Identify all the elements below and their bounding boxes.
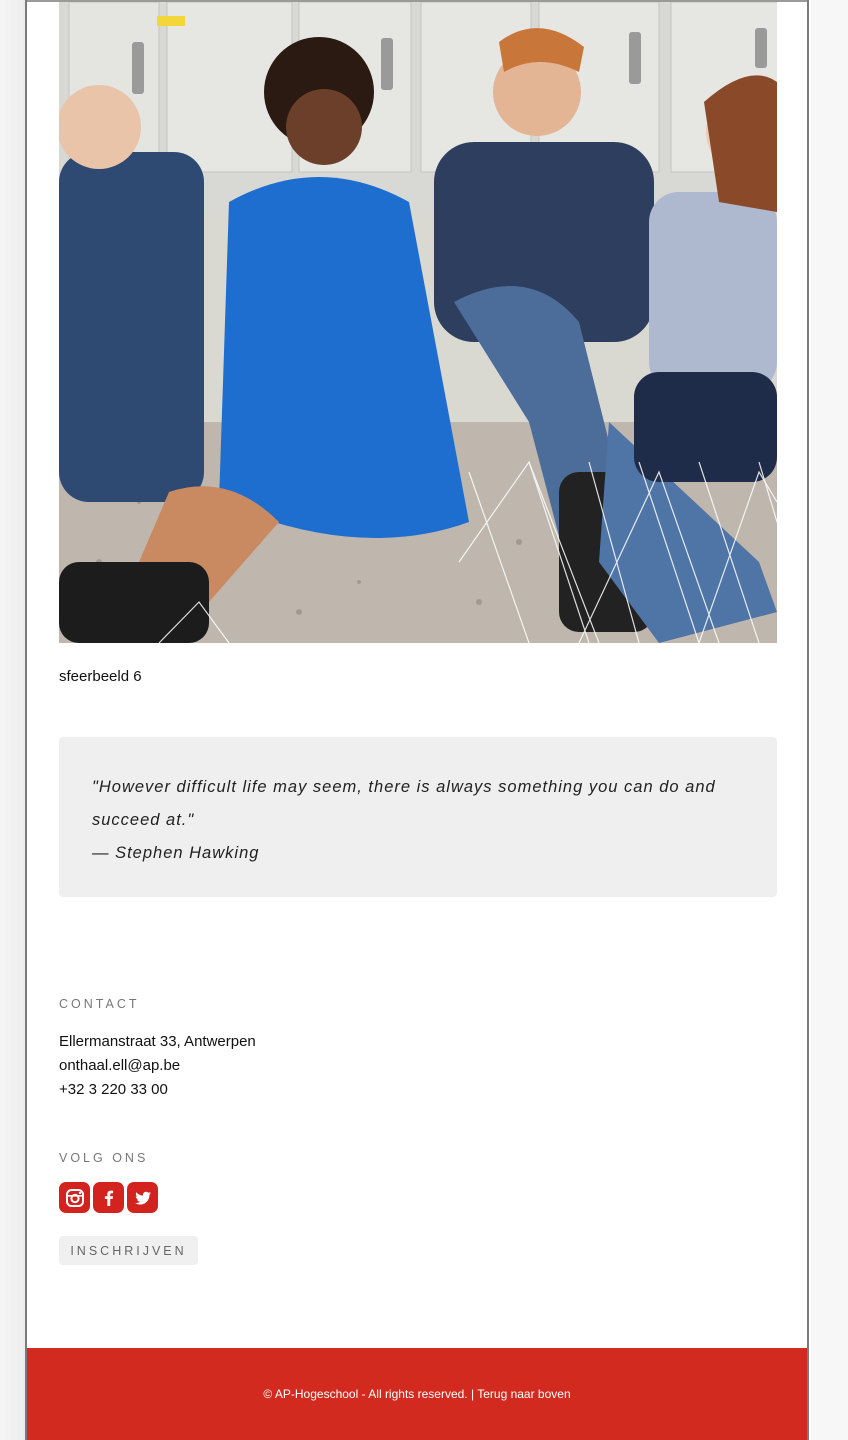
- instagram-button[interactable]: [59, 1182, 90, 1213]
- twitter-button[interactable]: [127, 1182, 158, 1213]
- quote-text: "However difficult life may seem, there …: [92, 778, 716, 829]
- footer-separator: |: [467, 1387, 478, 1401]
- contact-email[interactable]: onthaal.ell@ap.be: [59, 1054, 256, 1078]
- follow-heading: VOLG ONS: [59, 1151, 149, 1165]
- window-frame-left: [0, 0, 25, 1440]
- social-links: [59, 1182, 158, 1213]
- back-to-top-link[interactable]: Terug naar boven: [477, 1387, 570, 1401]
- photo-caption: sfeerbeeld 6: [59, 668, 142, 685]
- twitter-icon: [134, 1191, 151, 1204]
- hero-photo: [59, 2, 777, 643]
- facebook-button[interactable]: [93, 1182, 124, 1213]
- contact-details: Ellermanstraat 33, Antwerpen onthaal.ell…: [59, 1030, 256, 1102]
- footer-copyright: © AP-Hogeschool - All rights reserved.: [263, 1387, 468, 1401]
- hero-photo-illustration: [59, 2, 777, 643]
- facebook-icon: [104, 1190, 113, 1206]
- email-page: sfeerbeeld 6 "However difficult life may…: [25, 0, 809, 1440]
- window-frame-right: [811, 0, 848, 1440]
- quote-box: "However difficult life may seem, there …: [59, 737, 777, 897]
- footer-text: © AP-Hogeschool - All rights reserved. |…: [263, 1387, 570, 1401]
- contact-heading: CONTACT: [59, 997, 140, 1011]
- contact-phone[interactable]: +32 3 220 33 00: [59, 1078, 256, 1102]
- footer-bar: © AP-Hogeschool - All rights reserved. |…: [27, 1348, 807, 1440]
- quote-author: — Stephen Hawking: [92, 844, 260, 862]
- subscribe-button[interactable]: INSCHRIJVEN: [59, 1236, 198, 1265]
- contact-address: Ellermanstraat 33, Antwerpen: [59, 1033, 256, 1050]
- instagram-icon: [65, 1188, 84, 1207]
